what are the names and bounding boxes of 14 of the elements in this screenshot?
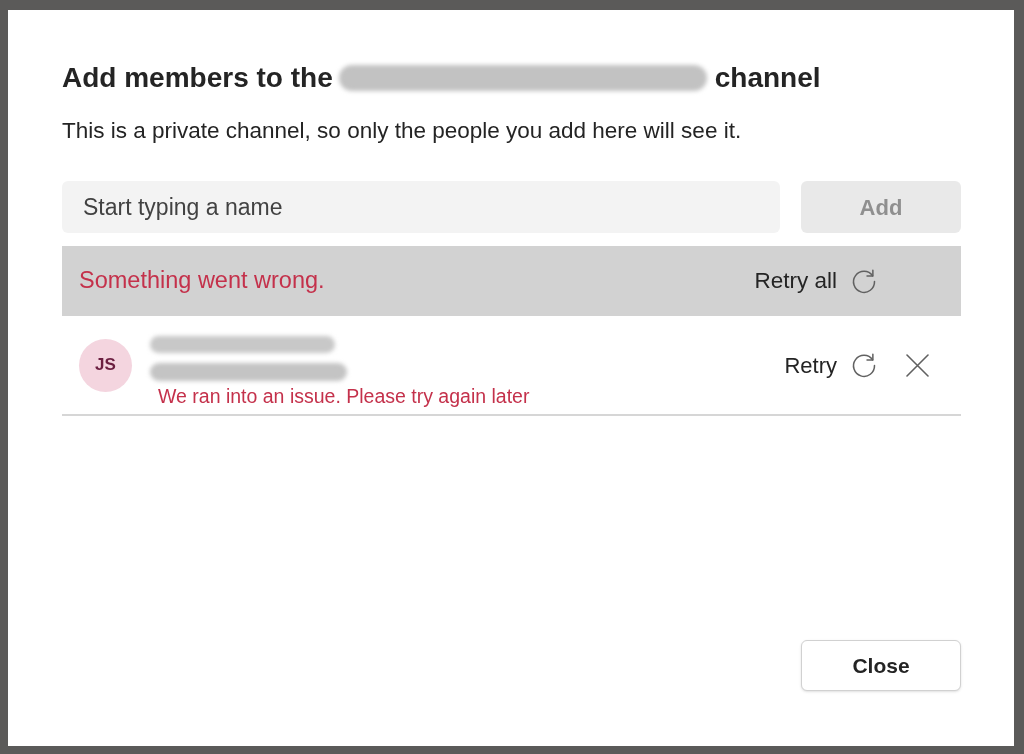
title-text: channel	[714, 62, 821, 94]
remove-button[interactable]	[906, 353, 929, 377]
refresh-icon	[850, 267, 878, 295]
retry-all-button[interactable]: Retry all	[754, 264, 878, 298]
error-message: We ran into an issue. Please try again later	[158, 384, 530, 408]
close-icon	[906, 353, 929, 377]
dialog-description: This is a private channel, so only the people you add here will see it.	[62, 117, 743, 145]
close-button[interactable]: Close	[801, 640, 961, 691]
title-text: Add members to the	[62, 62, 333, 94]
refresh-icon	[850, 351, 878, 379]
retry-button[interactable]: Retry	[784, 348, 878, 382]
avatar: JS	[79, 338, 132, 392]
name-search-field[interactable]: Start typing a name	[62, 181, 780, 233]
error-message: Something went wrong.	[79, 266, 325, 296]
